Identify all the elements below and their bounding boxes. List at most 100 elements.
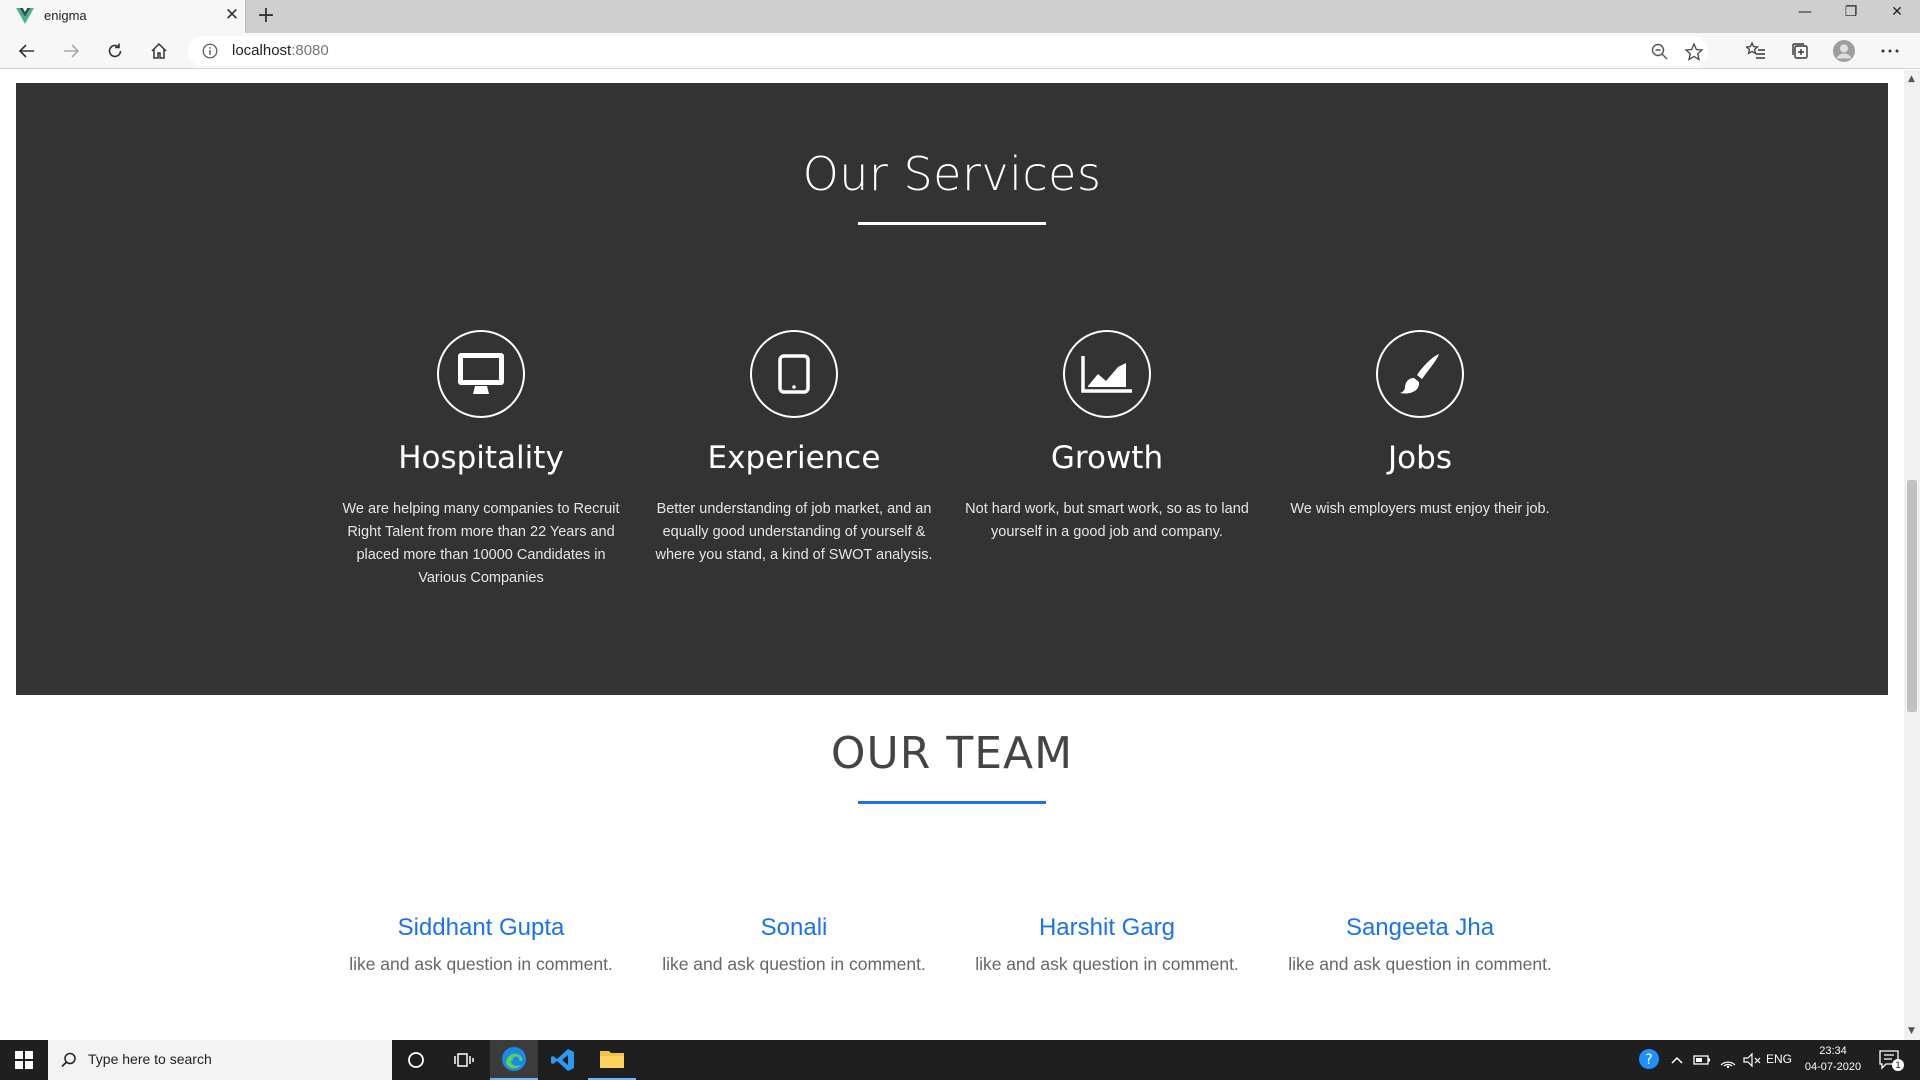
task-view-button[interactable]: [440, 1040, 488, 1080]
cortana-button[interactable]: [392, 1040, 440, 1080]
url-port: :8080: [291, 42, 329, 59]
service-icon-circle: [1376, 330, 1464, 418]
service-description: We wish employers must enjoy their job.: [1290, 501, 1550, 517]
member-note: like and ask question in comment.: [349, 954, 613, 974]
service-card-jobs: Jobs We wish employers must enjoy their …: [1275, 330, 1565, 521]
more-menu-button[interactable]: [1878, 39, 1902, 63]
member-note: like and ask question in comment.: [662, 954, 926, 974]
windows-logo-icon: [15, 1051, 33, 1069]
url-text[interactable]: localhost:8080: [232, 42, 329, 59]
folder-icon: [600, 1051, 624, 1068]
cortana-circle-icon: [408, 1052, 424, 1068]
desktop-icon: [458, 353, 504, 394]
taskbar-search-box[interactable]: Type here to search: [48, 1040, 392, 1080]
start-button[interactable]: [0, 1040, 48, 1080]
scroll-up-arrow-icon[interactable]: ▲: [1908, 74, 1915, 84]
notification-count-badge: 1: [1892, 1059, 1904, 1071]
svg-text:?: ?: [1645, 1052, 1652, 1068]
reload-icon: [108, 43, 122, 58]
clock-time: 23:34: [1819, 1045, 1847, 1057]
task-view-icon: [454, 1053, 474, 1067]
service-card-hospitality: Hospitality We are helping many companie…: [336, 330, 626, 590]
service-card-growth: Growth Not hard work, but smart work, so…: [962, 330, 1252, 544]
new-tab-button[interactable]: +: [254, 4, 278, 28]
volume-muted-icon[interactable]: [1742, 1050, 1762, 1070]
favorite-star-icon[interactable]: [1684, 42, 1704, 62]
favorites-button[interactable]: [1744, 39, 1768, 63]
reload-button[interactable]: [100, 37, 130, 65]
team-member-sangeeta: Sangeeta Jha like and ask question in co…: [1275, 914, 1565, 975]
close-window-button[interactable]: ✕: [1874, 0, 1920, 24]
home-icon: [151, 42, 167, 59]
service-description: We are helping many companies to Recruit…: [342, 501, 620, 586]
service-title: Jobs: [1388, 440, 1452, 476]
ellipsis-icon: [1881, 49, 1899, 53]
services-heading: Our Services: [802, 147, 1102, 201]
tray-chevron-up-icon[interactable]: [1670, 1050, 1684, 1070]
back-arrow-icon: [18, 44, 34, 58]
browser-tab-strip: enigma ✕ + — ❐ ✕: [0, 0, 1920, 33]
forward-arrow-icon: [64, 44, 80, 58]
info-icon[interactable]: [202, 43, 218, 59]
member-name[interactable]: Harshit Garg: [962, 914, 1252, 942]
service-icon-circle: [437, 330, 525, 418]
member-name[interactable]: Sonali: [649, 914, 939, 942]
taskbar-vscode-app[interactable]: [539, 1040, 587, 1080]
team-heading: OUR TEAM: [830, 728, 1074, 779]
taskbar-edge-app[interactable]: [490, 1040, 538, 1080]
member-name[interactable]: Sangeeta Jha: [1275, 914, 1565, 942]
page-viewport: Our Services Hospitality We are helping …: [0, 70, 1904, 1040]
clock-date: 04-07-2020: [1804, 1061, 1862, 1073]
area-chart-icon: [1081, 356, 1132, 393]
team-heading-underline: [858, 801, 1046, 804]
battery-icon[interactable]: [1692, 1050, 1712, 1070]
wifi-icon[interactable]: [1718, 1050, 1738, 1070]
tab-title: enigma: [44, 8, 87, 23]
team-member-harshit: Harshit Garg like and ask question in co…: [962, 914, 1252, 975]
profile-button[interactable]: [1832, 39, 1856, 63]
page-scrollbar[interactable]: ▲ ▼: [1904, 70, 1920, 1040]
service-title: Growth: [1050, 440, 1164, 476]
service-icon-circle: [750, 330, 838, 418]
notification-center-button[interactable]: 1: [1878, 1049, 1904, 1071]
scroll-down-arrow-icon[interactable]: ▼: [1908, 1026, 1915, 1036]
service-description: Not hard work, but smart work, so as to …: [965, 501, 1249, 540]
url-bar[interactable]: localhost:8080: [188, 36, 1708, 66]
forward-button[interactable]: [56, 37, 86, 65]
address-toolbar: localhost:8080: [0, 33, 1920, 69]
taskbar-file-explorer-app[interactable]: [588, 1040, 636, 1080]
search-placeholder: Type here to search: [88, 1051, 212, 1067]
tablet-icon: [778, 354, 810, 394]
windows-taskbar: Type here to search ? ENG 23:34 04-07-20…: [0, 1040, 1920, 1080]
restore-button[interactable]: ❐: [1828, 0, 1874, 24]
services-section: Our Services Hospitality We are helping …: [16, 83, 1888, 695]
tab-close-icon[interactable]: ✕: [222, 5, 242, 25]
favorites-list-icon: [1746, 41, 1765, 59]
vscode-icon: [551, 1049, 574, 1071]
paint-brush-icon: [1400, 354, 1439, 394]
scrollbar-thumb[interactable]: [1907, 480, 1917, 712]
home-button[interactable]: [144, 37, 174, 65]
browser-tab[interactable]: enigma ✕: [0, 0, 246, 33]
member-name[interactable]: Siddhant Gupta: [336, 914, 626, 942]
member-note: like and ask question in comment.: [975, 954, 1239, 974]
edge-browser-icon: [502, 1047, 526, 1071]
vue-logo-icon: [16, 8, 34, 24]
language-indicator[interactable]: ENG: [1766, 1052, 1792, 1072]
service-card-experience: Experience Better understanding of job m…: [649, 330, 939, 567]
avatar-icon: [1833, 40, 1855, 62]
minimize-button[interactable]: —: [1782, 0, 1828, 24]
tray-help-icon[interactable]: ?: [1638, 1048, 1660, 1069]
team-member-sonali: Sonali like and ask question in comment.: [649, 914, 939, 975]
member-note: like and ask question in comment.: [1288, 954, 1552, 974]
collections-button[interactable]: [1788, 39, 1812, 63]
service-title: Hospitality: [398, 440, 564, 476]
service-icon-circle: [1063, 330, 1151, 418]
team-member-siddhant: Siddhant Gupta like and ask question in …: [336, 914, 626, 975]
url-host: localhost: [232, 42, 292, 59]
back-button[interactable]: [12, 37, 42, 65]
collections-icon: [1792, 43, 1808, 59]
zoom-icon[interactable]: [1650, 42, 1670, 62]
taskbar-clock[interactable]: 23:34 04-07-2020: [1798, 1043, 1868, 1075]
service-title: Experience: [707, 440, 881, 476]
